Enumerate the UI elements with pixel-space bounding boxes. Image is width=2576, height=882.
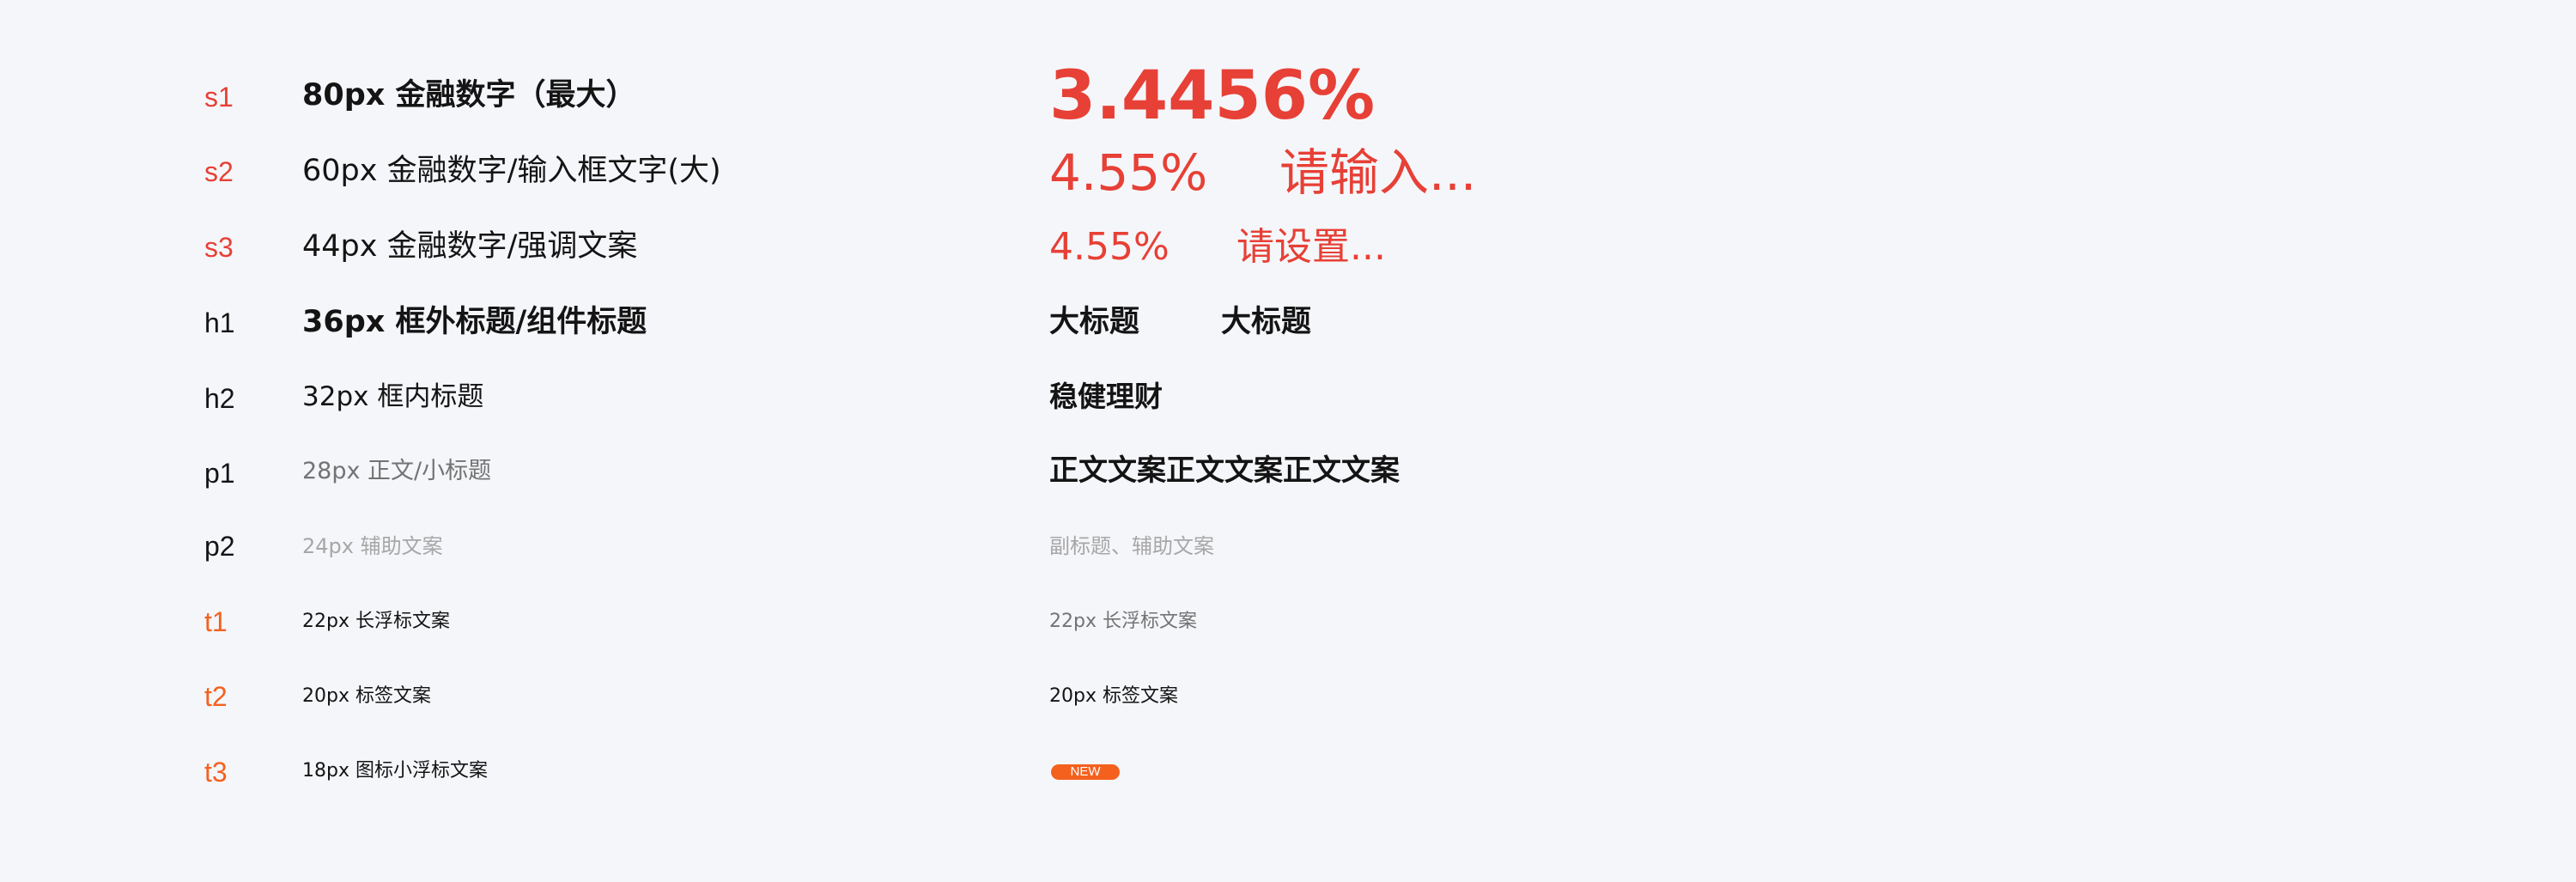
style-code: s3	[204, 232, 234, 263]
typography-spec-page: { "colors": { "background": "#f5f6fa", "…	[0, 0, 2576, 882]
style-description: 60px 金融数字/输入框文字(大)	[302, 154, 721, 188]
sample-body-text: 正文文案正文文案正文文案	[1049, 453, 1400, 488]
style-description: 18px 图标小浮标文案	[302, 760, 488, 782]
sample-large-title: 大标题	[1221, 305, 1312, 339]
style-code: t1	[204, 606, 228, 637]
sample-inbox-title: 稳健理财	[1049, 380, 1163, 413]
sample-long-float-text: 22px 长浮标文案	[1049, 611, 1197, 632]
style-description: 24px 辅助文案	[302, 534, 443, 558]
sample-financial-number: 4.55%	[1049, 143, 1208, 202]
style-description: 36px 框外标题/组件标题	[302, 305, 647, 339]
style-description: 32px 框内标题	[302, 381, 484, 412]
style-code: t3	[204, 757, 228, 788]
new-badge: NEW	[1051, 764, 1120, 780]
style-description: 20px 标签文案	[302, 685, 431, 707]
sample-tag-text: 20px 标签文案	[1049, 685, 1178, 707]
style-code: h2	[204, 383, 235, 414]
style-description: 80px 金融数字（最大）	[302, 78, 636, 113]
style-code: p1	[204, 458, 235, 489]
style-code: h1	[204, 307, 235, 338]
sample-large-title: 大标题	[1049, 305, 1140, 339]
style-code: t2	[204, 681, 228, 712]
sample-input-placeholder: 请输入...	[1279, 143, 1477, 202]
style-description: 28px 正文/小标题	[302, 458, 492, 484]
sample-emphasis-number: 4.55%	[1049, 225, 1170, 269]
style-code: s1	[204, 82, 234, 113]
style-code: s2	[204, 156, 234, 187]
sample-financial-number: 3.4456%	[1049, 58, 1376, 135]
sample-subtitle-text: 副标题、辅助文案	[1049, 534, 1214, 558]
style-description: 44px 金融数字/强调文案	[302, 229, 638, 264]
style-code: p2	[204, 531, 235, 562]
style-description: 22px 长浮标文案	[302, 611, 450, 632]
sample-settings-placeholder: 请设置...	[1236, 225, 1386, 269]
